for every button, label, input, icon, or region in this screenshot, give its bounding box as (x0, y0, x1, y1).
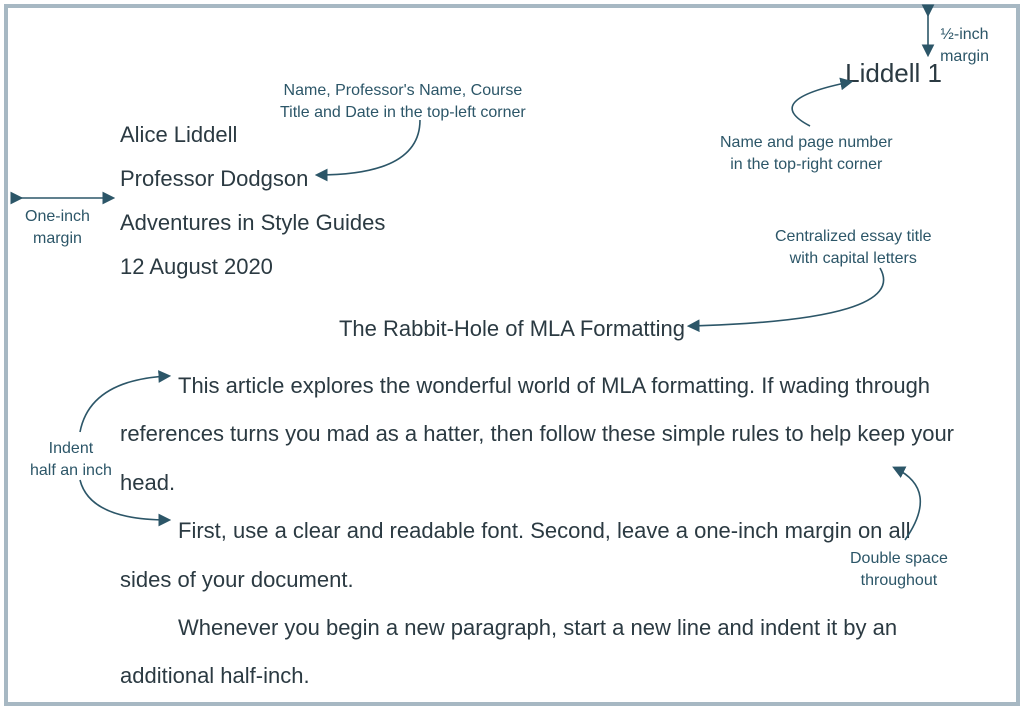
annotation-double-space: Double spacethroughout (850, 548, 948, 591)
annotation-title-note: Centralized essay titlewith capital lett… (775, 226, 932, 269)
annotation-header-page: Name and page numberin the top-right cor… (720, 132, 893, 175)
course-title: Adventures in Style Guides (120, 212, 385, 234)
paragraph-2: First, use a clear and readable font. Se… (120, 507, 962, 604)
annotation-top-margin: ½-inchmargin (940, 24, 989, 67)
annotation-header-info: Name, Professor's Name, CourseTitle and … (280, 80, 526, 123)
date: 12 August 2020 (120, 256, 385, 278)
essay-title: The Rabbit-Hole of MLA Formatting (0, 316, 1024, 342)
header-info-block: Alice Liddell Professor Dodgson Adventur… (120, 124, 385, 300)
essay-body: This article explores the wonderful worl… (120, 362, 962, 701)
professor-name: Professor Dodgson (120, 168, 385, 190)
student-name: Alice Liddell (120, 124, 385, 146)
paragraph-1: This article explores the wonderful worl… (120, 362, 962, 507)
annotation-indent: Indenthalf an inch (30, 438, 112, 481)
annotation-left-margin: One-inchmargin (25, 206, 90, 249)
running-head: Liddell 1 (845, 58, 942, 89)
paragraph-3: Whenever you begin a new paragraph, star… (120, 604, 962, 701)
